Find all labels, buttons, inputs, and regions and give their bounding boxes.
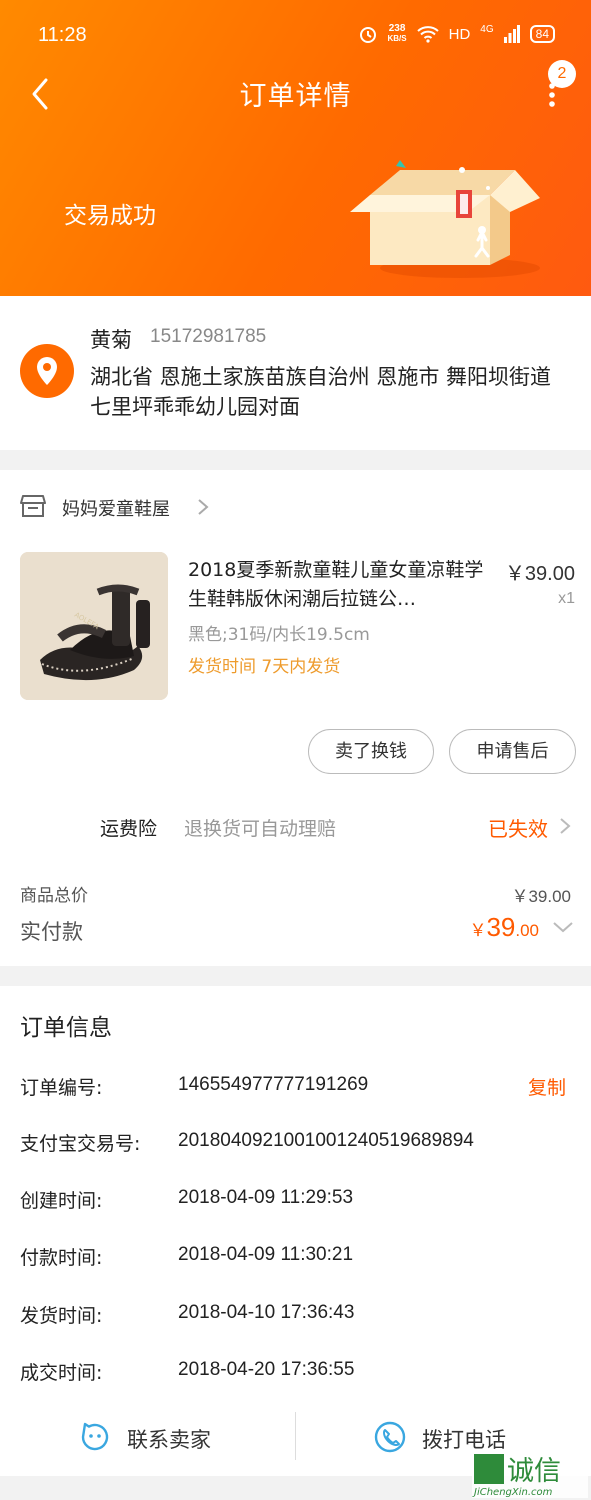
chevron-right-icon[interactable] [196,497,210,517]
paid-amount-value: ￥39.00 [469,912,539,942]
ship-time-notice: 发货时间 7天内发货 [188,657,341,677]
product-quantity: x1 [558,590,575,607]
order-number-label: 订单编号: [20,1077,103,1099]
order-card [0,470,591,966]
product-price: ￥39.00 [504,563,575,585]
trade-status: 交易成功 [64,203,156,229]
shipped-time-label: 发货时间: [20,1305,103,1327]
goods-total-label: 商品总价 [20,886,88,906]
order-number-value: 146554977777191269 [178,1074,369,1095]
status-icons: 238 KB/S HD 4G 84 [358,23,555,44]
product-title[interactable]: 2018夏季新款童鞋儿童女童凉鞋学生鞋韩版休闲潮后拉链公… [188,556,488,614]
order-header: 11:28 238 KB/S HD 4G 84 订单详情 2 交易成功 [0,0,591,296]
phone-icon[interactable] [374,1421,406,1453]
chat-face-icon[interactable] [79,1421,111,1453]
alipay-trade-value: 2018040921001001240519689894 [178,1130,474,1151]
battery-indicator: 84 [529,25,555,43]
product-image[interactable]: AOLEFA [20,552,168,700]
signal-icon [503,25,520,43]
package-box-illustration [350,160,540,278]
svg-text:JiChengXin.com: JiChengXin.com [472,1487,553,1498]
hd-indicator: HD [448,25,471,43]
receiver-phone: 15172981785 [150,326,267,347]
receiver-name: 黄菊 [90,328,132,352]
shipping-address: 湖北省 恩施土家族苗族自治州 恩施市 舞阳坝街道 七里坪乖乖幼儿园对面 [90,365,552,419]
net-speed: 238 KB/S [387,23,407,44]
watermark-logo: 诚信 JiChengXin.com [472,1452,588,1498]
after-sale-button[interactable]: 申请售后 [449,729,576,774]
alipay-trade-label: 支付宝交易号: [20,1133,141,1155]
contact-seller-button[interactable]: 联系卖家 [127,1424,211,1454]
paid-time-value: 2018-04-09 11:30:21 [178,1244,354,1265]
shipped-time-value: 2018-04-10 17:36:43 [178,1302,355,1323]
chevron-right-icon[interactable] [558,816,572,836]
completed-time-value: 2018-04-20 17:36:55 [178,1359,355,1380]
network-type: 4G [480,24,494,35]
copy-order-number-button[interactable]: 复制 [528,1073,566,1100]
resell-button[interactable]: 卖了换钱 [308,729,434,774]
shop-name-link[interactable]: 妈妈爱童鞋屋 [62,495,170,521]
location-pin-icon [20,344,74,398]
created-time-label: 创建时间: [20,1190,103,1212]
insurance-label: 运费险 [100,818,158,840]
wifi-icon [416,26,439,43]
alarm-icon [359,27,376,43]
message-count-badge[interactable]: 2 [548,60,576,88]
sandal-image: AOLEFA [20,552,168,700]
insurance-description: 退换货可自动理赔 [184,818,337,840]
status-time: 11:28 [38,24,87,46]
product-spec: 黑色;31码/内长19.5cm [188,625,370,645]
order-info-title: 订单信息 [20,1015,112,1041]
page-title: 订单详情 [239,81,352,112]
svg-text:诚信: 诚信 [507,1456,561,1487]
status-bar: 11:28 238 KB/S HD 4G 84 [0,18,591,54]
insurance-status[interactable]: 已失效 [488,813,548,842]
chevron-down-icon[interactable] [552,920,574,934]
paid-amount-label: 实付款 [20,920,83,944]
goods-total-value: ￥39.00 [511,887,571,906]
order-info-card [0,986,591,1476]
created-time-value: 2018-04-09 11:29:53 [178,1187,354,1208]
bottom-bar-divider [295,1412,296,1460]
paid-time-label: 付款时间: [20,1247,103,1269]
shop-icon [20,495,46,517]
call-seller-button[interactable]: 拨打电话 [422,1424,506,1454]
completed-time-label: 成交时间: [20,1362,103,1384]
